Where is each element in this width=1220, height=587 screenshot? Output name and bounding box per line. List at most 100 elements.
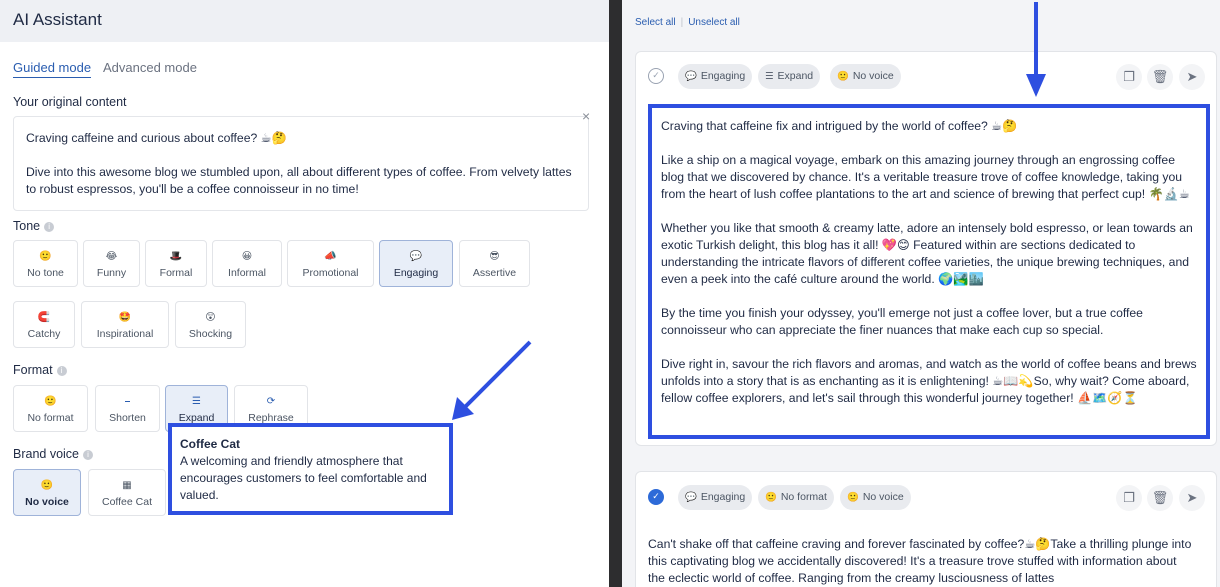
select-all-link[interactable]: Select all [635,17,676,28]
trash-icon[interactable]: 🗑 [1147,485,1173,511]
tooltip-body: A welcoming and friendly atmosphere that… [180,454,427,502]
chip-label: Informal [228,267,266,279]
tone-label-text: Tone [13,219,41,233]
results-panel: Select all | Unselect all ✓ 💬 Engaging ☰ Exp… [622,0,1220,587]
chip-label: Catchy [27,328,61,340]
ai-assistant-panel: AI Assistant Guided mode Advanced mode Y… [0,0,609,587]
pill-label: Engaging [700,491,746,503]
refresh-icon: ⟳ [266,396,276,407]
expand-icon: ☰ [192,396,201,407]
panel-title: AI Assistant [13,10,102,29]
star-struck-icon: 🤩 [118,312,132,323]
sunglasses-icon: 😎 [489,251,500,262]
megaphone-icon: 📣 [324,251,337,262]
pill-label: Expand [777,70,814,82]
close-icon[interactable]: × [582,108,590,124]
trash-icon[interactable]: 🗑 [1147,64,1173,90]
chip-label: Engaging [393,267,439,279]
tone-chip-engaging[interactable]: 💬 Engaging [379,240,453,287]
chip-label: No voice [25,496,69,508]
top-hat-icon: 🎩 [169,251,183,262]
unselect-all-link[interactable]: Unselect all [688,17,740,28]
tone-chip-inspirational[interactable]: 🤩 Inspirational [81,301,169,348]
expand-icon: ☰ [765,71,774,82]
tooltip-title: Coffee Cat [180,437,241,451]
send-icon[interactable]: ➤ [1179,64,1205,90]
no-tone-icon: 🙂 [39,251,52,262]
original-content-line: Craving caffeine and curious about coffe… [26,131,287,145]
building-icon: ▦ [122,480,132,491]
speech-bubble-icon: 💬 [685,71,697,82]
format-label-text: Format [13,363,53,377]
shorten-icon: ⎯ [125,396,130,407]
no-voice-icon: 🙂 [837,71,849,82]
tab-guided-mode[interactable]: Guided mode [13,60,92,78]
format-chip-shorten[interactable]: ⎯ Shorten [95,385,160,432]
content-paragraph: Dive right in, savour the rich flavors a… [661,357,1197,405]
no-voice-icon: 🙂 [847,492,859,503]
original-content-box[interactable]: Craving caffeine and curious about coffe… [13,116,589,211]
brand-voice-label-text: Brand voice [13,447,80,461]
astonished-icon: 😲 [205,312,216,323]
tone-chip-shocking[interactable]: 😲 Shocking [175,301,246,348]
chip-label: Shocking [188,328,233,340]
speech-bubble-icon: 💬 [685,492,697,503]
tab-advanced-mode[interactable]: Advanced mode [103,60,197,75]
pill-expand: ☰ Expand [758,64,821,89]
info-icon[interactable]: i [44,222,55,232]
pill-no-voice: 🙂 No voice [830,64,901,89]
select-check-icon[interactable]: ✓ [648,489,664,505]
magnet-icon: 🧲 [37,312,51,323]
tone-chip-funny[interactable]: 😂 Funny [83,240,140,287]
pill-engaging: 💬 Engaging [678,64,753,89]
format-chip-no-format[interactable]: 🙂 No format [13,385,88,432]
pill-label: No format [780,491,827,503]
tone-chip-formal[interactable]: 🎩 Formal [145,240,207,287]
no-format-icon: 🙂 [765,492,777,503]
content-paragraph: Craving that caffeine fix and intrigued … [661,119,1018,133]
card2-content[interactable]: Can't shake off that caffeine craving an… [648,536,1193,587]
info-icon[interactable]: i [56,366,67,376]
pill-label: No voice [862,491,904,503]
selection-links: Select all | Unselect all [635,17,740,28]
link-separator: | [680,17,684,28]
tone-chip-no-tone[interactable]: 🙂 No tone [13,240,78,287]
tone-chip-assertive[interactable]: 😎 Assertive [459,240,530,287]
panel-header: AI Assistant [0,0,609,42]
tone-chip-promotional[interactable]: 📣 Promotional [287,240,374,287]
generated-content[interactable]: Craving that caffeine fix and intrigued … [648,104,1210,439]
content-paragraph: Whether you like that smooth & creamy la… [661,221,1193,286]
brand-chip-coffee-cat[interactable]: ▦ Coffee Cat [88,469,166,516]
no-voice-icon: 🙂 [40,480,54,491]
chip-label: Assertive [472,267,517,279]
chip-label: No format [27,412,74,424]
pill-engaging: 💬 Engaging [678,485,753,510]
pill-no-voice: 🙂 No voice [840,485,911,510]
send-icon[interactable]: ➤ [1179,485,1205,511]
chip-label: Promotional [302,267,359,279]
original-content-label: Your original content [13,95,127,109]
tone-label: Tone i [13,219,55,233]
tone-chip-informal[interactable]: 😀 Informal [212,240,282,287]
pill-no-format: 🙂 No format [758,485,834,510]
info-icon[interactable]: i [83,450,94,460]
select-check-icon[interactable]: ✓ [648,68,664,84]
informal-icon: 😀 [241,251,253,262]
tone-chip-catchy[interactable]: 🧲 Catchy [13,301,75,348]
chip-label: Shorten [109,412,146,424]
format-label: Format i [13,363,67,377]
funny-icon: 😂 [105,251,118,262]
chip-label: Funny [96,267,127,279]
pill-label: No voice [852,70,894,82]
copy-icon[interactable]: ❐ [1116,485,1142,511]
content-paragraph: By the time you finish your odyssey, you… [661,306,1143,337]
chip-label: Inspirational [96,328,154,340]
brand-chip-no-voice[interactable]: 🙂 No voice [13,469,81,516]
brand-voice-label: Brand voice i [13,447,94,461]
panel-divider [609,0,622,587]
chip-label: No tone [27,267,64,279]
no-format-icon: 🙂 [44,396,57,407]
speech-bubble-icon: 💬 [409,251,423,262]
copy-icon[interactable]: ❐ [1116,64,1142,90]
chip-label: Coffee Cat [101,496,152,508]
